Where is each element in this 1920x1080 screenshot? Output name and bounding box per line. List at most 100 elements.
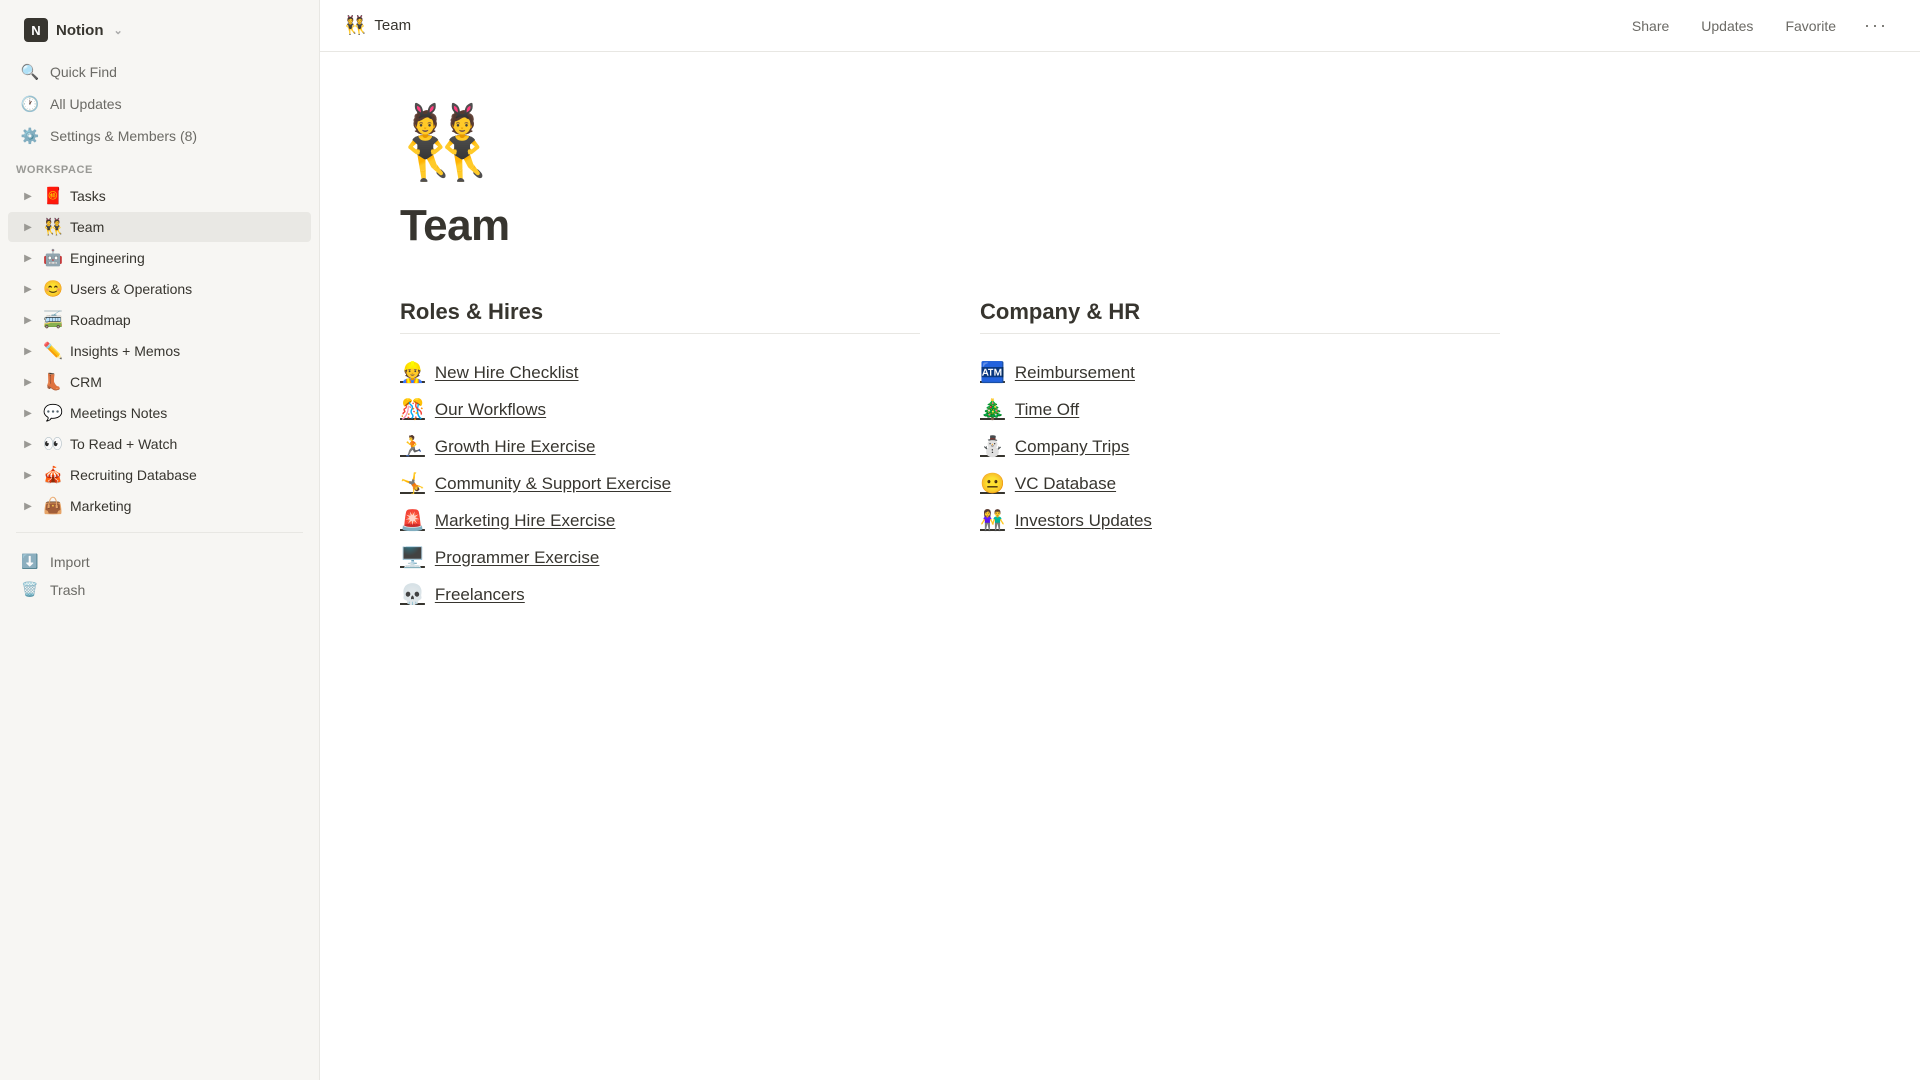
link-emoji: 💀 — [400, 582, 425, 607]
link-text: Growth Hire Exercise — [435, 437, 596, 457]
arrow-icon: ▶ — [20, 222, 36, 233]
sidebar-item-insights-memos[interactable]: ▶ ✏️ Insights + Memos — [8, 336, 311, 366]
arrow-icon: ▶ — [20, 284, 36, 295]
sidebar-item-marketing[interactable]: ▶ 👜 Marketing — [8, 491, 311, 521]
share-button[interactable]: Share — [1620, 13, 1681, 39]
topbar-page-title: Team — [374, 17, 411, 34]
sidebar-item-label: To Read + Watch — [70, 436, 303, 452]
link-text: Reimbursement — [1015, 363, 1135, 383]
link-item[interactable]: 🖥️ Programmer Exercise — [400, 539, 920, 576]
page-content: 👯 Team Roles & Hires👷New Hire Checklist🎊… — [320, 52, 1920, 1080]
section-divider — [400, 333, 920, 334]
section-divider — [980, 333, 1500, 334]
trash-icon: 🗑️ — [20, 581, 40, 598]
section-roles-hires: Roles & Hires 👷 New Hire Checklist 🎊Our Wor… — [400, 299, 920, 613]
arrow-icon: ▶ — [20, 253, 36, 264]
sidebar-nav: ▶ 🧧 Tasks ▶ 👯 Team ▶ 🤖 Engineering ▶ 😊 U… — [0, 180, 319, 522]
topbar-page-emoji: 👯 — [344, 15, 366, 36]
item-emoji: 🧧 — [42, 186, 64, 206]
item-emoji: ✏️ — [42, 341, 64, 361]
sidebar-item-label: Team — [70, 219, 303, 235]
arrow-icon: ▶ — [20, 346, 36, 357]
arrow-icon: ▶ — [20, 501, 36, 512]
item-emoji: 🎪 — [42, 465, 64, 485]
more-options-button[interactable]: ··· — [1856, 10, 1896, 41]
import-button[interactable]: ⬇️ Import — [8, 548, 311, 575]
sidebar-item-engineering[interactable]: ▶ 🤖 Engineering — [8, 243, 311, 273]
notion-app-title[interactable]: N Notion ⌄ — [16, 12, 303, 48]
quick-find-label: Quick Find — [50, 64, 117, 80]
item-emoji: 💬 — [42, 403, 64, 423]
link-text: Programmer Exercise — [435, 548, 599, 568]
quick-find-button[interactable]: 🔍 Quick Find — [8, 57, 311, 87]
link-item[interactable]: 🎊Our Workflows — [400, 391, 920, 428]
sidebar-item-to-read-watch[interactable]: ▶ 👀 To Read + Watch — [8, 429, 311, 459]
item-emoji: 👜 — [42, 496, 64, 516]
sidebar-item-label: Insights + Memos — [70, 343, 303, 359]
updates-button[interactable]: Updates — [1689, 13, 1765, 39]
chevron-down-icon: ⌄ — [113, 24, 122, 37]
item-emoji: 👀 — [42, 434, 64, 454]
sidebar-item-label: Marketing — [70, 498, 303, 514]
link-text: New Hire Checklist — [435, 363, 579, 383]
sidebar-item-crm[interactable]: ▶ 👢 CRM — [8, 367, 311, 397]
sidebar-item-team[interactable]: ▶ 👯 Team — [8, 212, 311, 242]
link-item[interactable]: 👷 New Hire Checklist — [400, 354, 920, 391]
item-emoji: 👯 — [42, 217, 64, 237]
app-name-label: Notion — [56, 22, 103, 39]
all-updates-button[interactable]: 🕐 All Updates — [8, 89, 311, 119]
arrow-icon: ▶ — [20, 470, 36, 481]
link-item[interactable]: 🤸Community & Support Exercise — [400, 465, 920, 502]
item-emoji: 👢 — [42, 372, 64, 392]
trash-button[interactable]: 🗑️ Trash — [8, 576, 311, 603]
sidebar-item-tasks[interactable]: ▶ 🧧 Tasks — [8, 181, 311, 211]
favorite-button[interactable]: Favorite — [1773, 13, 1848, 39]
topbar: 👯 Team Share Updates Favorite ··· — [320, 0, 1920, 52]
search-icon: 🔍 — [20, 63, 40, 81]
section-heading: Roles & Hires — [400, 299, 920, 325]
link-emoji: 🏃 — [400, 434, 425, 459]
sidebar-item-roadmap[interactable]: ▶ 🚎 Roadmap — [8, 305, 311, 335]
link-emoji: 🖥️ — [400, 545, 425, 570]
sidebar-item-users-operations[interactable]: ▶ 😊 Users & Operations — [8, 274, 311, 304]
link-item[interactable]: 👫Investors Updates — [980, 502, 1500, 539]
gear-icon: ⚙️ — [20, 127, 40, 145]
sidebar-item-label: Engineering — [70, 250, 303, 266]
link-emoji: 🤸 — [400, 471, 425, 496]
page-header-emoji: 👯 — [400, 100, 1840, 185]
link-item[interactable]: 😐VC Database — [980, 465, 1500, 502]
sidebar-item-label: Users & Operations — [70, 281, 303, 297]
link-item[interactable]: 🏧 Reimbursement — [980, 354, 1500, 391]
link-emoji: 🏧 — [980, 360, 1005, 385]
link-text: Investors Updates — [1015, 511, 1152, 531]
link-item[interactable]: ⛄Company Trips — [980, 428, 1500, 465]
link-text: Time Off — [1015, 400, 1079, 420]
topbar-actions: Share Updates Favorite ··· — [1620, 10, 1896, 41]
link-item[interactable]: 💀Freelancers — [400, 576, 920, 613]
link-text: Company Trips — [1015, 437, 1129, 457]
sidebar-bottom: ⬇️ Import 🗑️ Trash — [0, 543, 319, 608]
all-updates-label: All Updates — [50, 96, 122, 112]
link-item[interactable]: 🎄 Time Off — [980, 391, 1500, 428]
sidebar-item-label: CRM — [70, 374, 303, 390]
sidebar-item-recruiting-database[interactable]: ▶ 🎪 Recruiting Database — [8, 460, 311, 490]
section-heading: Company & HR — [980, 299, 1500, 325]
link-emoji: 🎄 — [980, 397, 1005, 422]
settings-label: Settings & Members (8) — [50, 128, 197, 144]
link-item[interactable]: 🚨Marketing Hire Exercise — [400, 502, 920, 539]
sidebar-item-label: Roadmap — [70, 312, 303, 328]
item-emoji: 🤖 — [42, 248, 64, 268]
settings-button[interactable]: ⚙️ Settings & Members (8) — [8, 121, 311, 151]
link-emoji: 🎊 — [400, 397, 425, 422]
sidebar-item-label: Meetings Notes — [70, 405, 303, 421]
sidebar-item-label: Tasks — [70, 188, 303, 204]
sidebar-item-meetings-notes[interactable]: ▶ 💬 Meetings Notes — [8, 398, 311, 428]
arrow-icon: ▶ — [20, 439, 36, 450]
main-content-area: 👯 Team Share Updates Favorite ··· 👯 Team… — [320, 0, 1920, 1080]
link-item[interactable]: 🏃 Growth Hire Exercise — [400, 428, 920, 465]
link-emoji: 🚨 — [400, 508, 425, 533]
import-icon: ⬇️ — [20, 553, 40, 570]
link-emoji: 👷 — [400, 360, 425, 385]
arrow-icon: ▶ — [20, 377, 36, 388]
sidebar-divider — [16, 532, 303, 533]
